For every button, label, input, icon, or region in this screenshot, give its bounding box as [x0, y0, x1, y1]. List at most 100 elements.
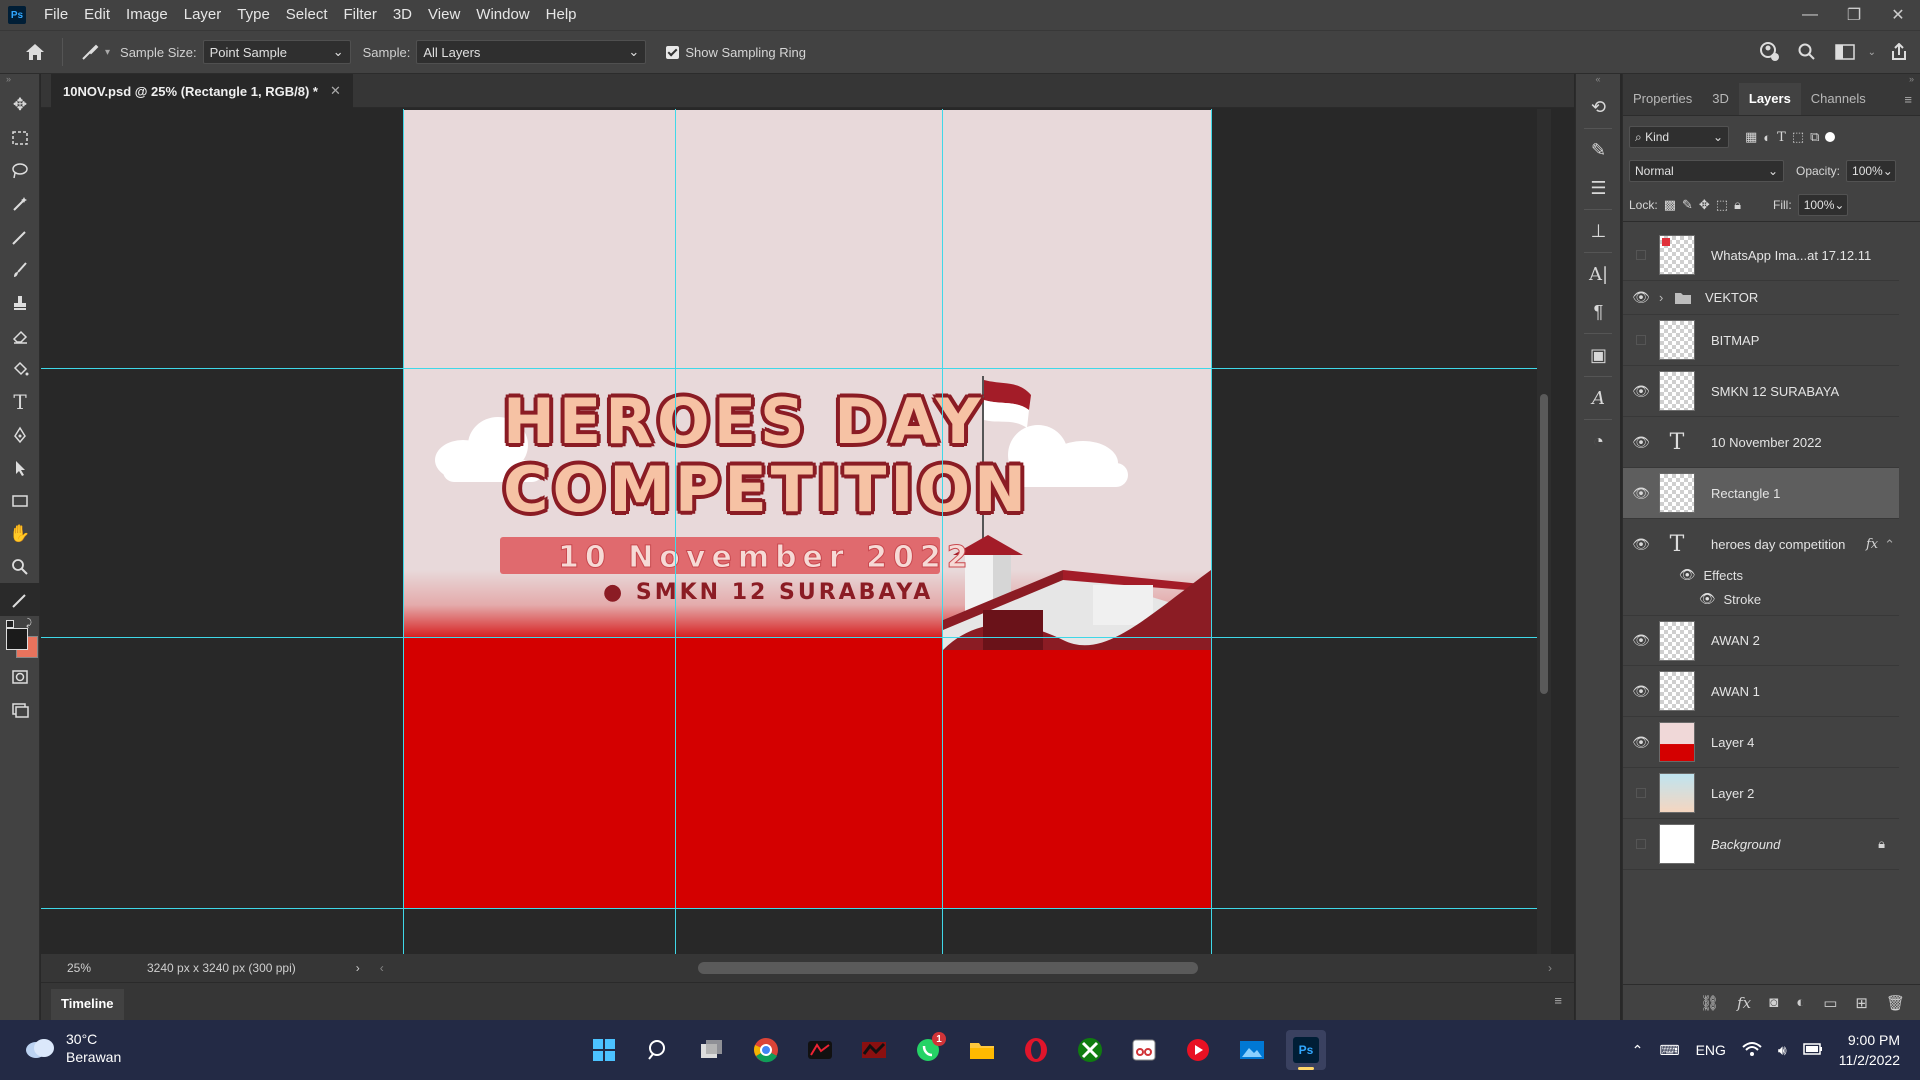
opacity-input[interactable]: 100% ⌄: [1846, 160, 1897, 182]
menu-layer[interactable]: Layer: [176, 0, 230, 30]
visibility-icon[interactable]: 👁︎: [1623, 536, 1659, 553]
character-icon[interactable]: A|: [1576, 255, 1621, 293]
close-icon[interactable]: ✕: [1876, 0, 1920, 30]
panel-menu-icon[interactable]: ≡: [1896, 92, 1920, 115]
visibility-icon[interactable]: 👁︎: [1623, 289, 1659, 306]
menu-image[interactable]: Image: [118, 0, 176, 30]
menu-edit[interactable]: Edit: [76, 0, 118, 30]
volume-icon[interactable]: 🔊︎: [1778, 1042, 1787, 1059]
marquee-tool-icon[interactable]: [0, 121, 40, 154]
media-player-icon[interactable]: [1178, 1030, 1218, 1070]
layer-row[interactable]: 👁︎ AWAN 1: [1623, 666, 1899, 717]
language-indicator[interactable]: ENG: [1696, 1042, 1726, 1058]
vertical-scrollbar[interactable]: [1537, 109, 1551, 954]
layer-row[interactable]: 👁︎ › VEKTOR: [1623, 281, 1899, 315]
foreground-color-swatch[interactable]: [6, 628, 28, 650]
new-layer-icon[interactable]: ⊞: [1855, 994, 1868, 1012]
tab-layers[interactable]: Layers: [1738, 83, 1801, 115]
restore-icon[interactable]: ❐: [1832, 0, 1876, 30]
layer-row[interactable]: 👁︎ T heroes day competition fx ⌃: [1623, 519, 1899, 570]
menu-select[interactable]: Select: [278, 0, 336, 30]
paragraph-icon[interactable]: ¶: [1576, 293, 1621, 331]
shapes-icon[interactable]: ◔: [1576, 422, 1621, 460]
magic-wand-tool-icon[interactable]: [0, 187, 40, 220]
lock-transparent-icon[interactable]: ▩: [1664, 197, 1676, 213]
artwork-canvas[interactable]: HEROES DAY COMPETITION 10 November 2022 …: [403, 110, 1211, 908]
close-tab-icon[interactable]: ✕: [330, 83, 341, 99]
blend-mode-select[interactable]: Normal ⌄: [1629, 160, 1784, 182]
tab-3d[interactable]: 3D: [1702, 83, 1739, 115]
sample-size-select[interactable]: Point Sample ⌄: [202, 40, 351, 64]
eyedropper-active-icon[interactable]: [0, 583, 40, 616]
screen-mode-icon[interactable]: [0, 693, 40, 726]
color-swatches[interactable]: ⤸: [0, 616, 39, 658]
visibility-off-icon[interactable]: [1623, 332, 1659, 348]
clock[interactable]: 9:00 PM 11/2/2022: [1839, 1030, 1900, 1070]
stroke-effect-row[interactable]: 👁︎ Stroke: [1699, 591, 1761, 607]
xbox-icon[interactable]: [1070, 1030, 1110, 1070]
path-selection-tool-icon[interactable]: [0, 451, 40, 484]
eyedropper-icon[interactable]: [0, 220, 40, 253]
filter-adjustment-icon[interactable]: ◐: [1763, 130, 1771, 145]
show-sampling-ring-checkbox[interactable]: [666, 45, 680, 59]
lock-artboard-icon[interactable]: ⬚: [1716, 197, 1728, 213]
snipping-tool-icon[interactable]: [1124, 1030, 1164, 1070]
history-icon[interactable]: ⟲: [1576, 88, 1621, 126]
wifi-icon[interactable]: [1742, 1041, 1762, 1060]
lock-all-icon[interactable]: 🔒︎: [1734, 197, 1741, 213]
collapse-icon[interactable]: «: [1576, 74, 1620, 88]
chevron-right-icon[interactable]: ›: [1659, 290, 1673, 305]
fill-input[interactable]: 100% ⌄: [1797, 193, 1848, 216]
link-layers-icon[interactable]: ⛓: [1700, 994, 1719, 1012]
menu-window[interactable]: Window: [468, 0, 537, 30]
whatsapp-icon[interactable]: 1: [908, 1030, 948, 1070]
canvas-area[interactable]: HEROES DAY COMPETITION 10 November 2022 …: [41, 109, 1551, 954]
zoom-level[interactable]: 25%: [67, 961, 127, 975]
layer-row-selected[interactable]: 👁︎ Rectangle 1: [1623, 468, 1899, 519]
menu-type[interactable]: Type: [229, 0, 278, 30]
search-icon[interactable]: [1792, 37, 1822, 67]
show-hidden-icons-icon[interactable]: ⌃: [1632, 1042, 1644, 1059]
brush-tool-icon[interactable]: [0, 253, 40, 286]
menu-view[interactable]: View: [420, 0, 468, 30]
rectangle-tool-icon[interactable]: [0, 484, 40, 517]
visibility-icon[interactable]: 👁︎: [1623, 383, 1659, 400]
layer-row[interactable]: Layer 2: [1623, 768, 1899, 819]
guide-vertical[interactable]: [1211, 109, 1212, 954]
layer-row[interactable]: Background 🔒︎: [1623, 819, 1899, 870]
layer-row[interactable]: 👁︎ Layer 4: [1623, 717, 1899, 768]
guide-vertical[interactable]: [675, 109, 676, 954]
delete-layer-icon[interactable]: 🗑︎: [1886, 994, 1905, 1012]
share-user-icon[interactable]: [1754, 37, 1784, 67]
layer-row[interactable]: WhatsApp Ima...at 17.12.11: [1623, 230, 1899, 281]
vertical-scroll-thumb[interactable]: [1540, 394, 1548, 694]
file-explorer-icon[interactable]: [962, 1030, 1002, 1070]
visibility-off-icon[interactable]: [1623, 785, 1659, 801]
brush-settings-icon[interactable]: ✎: [1576, 131, 1621, 169]
layer-row[interactable]: 👁︎ AWAN 2: [1623, 615, 1899, 666]
hand-tool-icon[interactable]: ✋: [0, 517, 40, 550]
photoshop-icon[interactable]: Ps: [1286, 1030, 1326, 1070]
home-icon[interactable]: [20, 37, 50, 67]
libraries-icon[interactable]: ▣: [1576, 336, 1621, 374]
menu-file[interactable]: File: [36, 0, 76, 30]
workspace-icon[interactable]: [1830, 37, 1860, 67]
panel-menu-icon[interactable]: ≡: [1554, 993, 1562, 1008]
zoom-tool-icon[interactable]: [0, 550, 40, 583]
lock-pixels-icon[interactable]: ✎: [1682, 197, 1693, 213]
stamp-tool-icon[interactable]: [0, 286, 40, 319]
scroll-right-icon[interactable]: ›: [1548, 961, 1552, 975]
app-icon-red[interactable]: [854, 1030, 894, 1070]
visibility-off-icon[interactable]: [1623, 836, 1659, 852]
horizontal-scroll-thumb[interactable]: [698, 962, 1198, 974]
adjustments-icon[interactable]: ☰: [1576, 169, 1621, 207]
chevron-down-icon[interactable]: ⌄: [1868, 47, 1876, 58]
sample-select[interactable]: All Layers ⌄: [416, 40, 647, 64]
document-tab[interactable]: 10NOV.psd @ 25% (Rectangle 1, RGB/8) * ✕: [51, 74, 353, 108]
opera-icon[interactable]: [1016, 1030, 1056, 1070]
filter-pixel-icon[interactable]: ▦: [1745, 129, 1757, 145]
search-icon[interactable]: [638, 1030, 678, 1070]
tab-channels[interactable]: Channels: [1801, 83, 1876, 115]
type-tool-icon[interactable]: T: [0, 385, 40, 418]
timeline-tab[interactable]: Timeline: [51, 989, 124, 1021]
